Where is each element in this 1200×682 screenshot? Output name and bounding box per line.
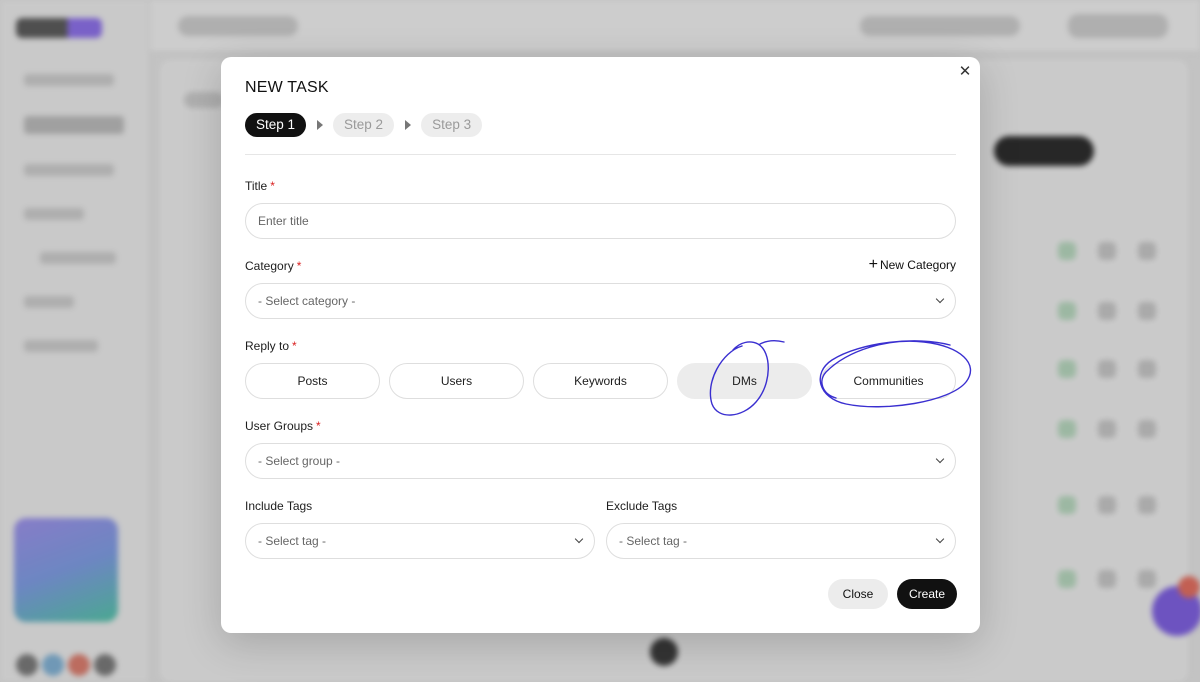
exclude-tags-select[interactable]: - Select tag -	[606, 523, 956, 559]
reply-option-posts[interactable]: Posts	[245, 363, 380, 399]
title-placeholder: Enter title	[258, 214, 309, 228]
include-tags-placeholder: - Select tag -	[258, 534, 327, 548]
step-3[interactable]: Step 3	[421, 113, 483, 137]
new-category-button[interactable]: + New Category	[868, 256, 956, 273]
reply-option-keywords[interactable]: Keywords	[533, 363, 668, 399]
required-mark: *	[316, 419, 321, 433]
include-tags-select[interactable]: - Select tag -	[245, 523, 595, 559]
category-label: Category *	[245, 259, 301, 273]
new-task-modal: ✕ NEW TASK Step 1 Step 2 Step 3 Title * E…	[221, 57, 980, 633]
chevron-down-icon	[935, 294, 945, 304]
chevron-down-icon	[935, 534, 945, 544]
title-label-text: Title	[245, 179, 268, 193]
close-icon[interactable]: ✕	[958, 64, 972, 79]
step-1[interactable]: Step 1	[245, 113, 307, 137]
reply-option-users[interactable]: Users	[389, 363, 524, 399]
reply-option-communities[interactable]: Communities	[821, 363, 956, 399]
required-mark: *	[296, 259, 302, 273]
user-groups-placeholder: - Select group -	[258, 454, 341, 468]
reply-to-options: Posts Users Keywords DMs Communities	[245, 363, 956, 399]
close-button[interactable]: Close	[828, 579, 888, 609]
plus-icon: +	[868, 256, 878, 273]
user-groups-select[interactable]: - Select group -	[245, 443, 956, 479]
divider	[245, 154, 956, 155]
stepper: Step 1 Step 2 Step 3	[245, 113, 483, 137]
title-label: Title *	[245, 179, 275, 193]
category-placeholder: - Select category -	[258, 294, 356, 308]
title-input[interactable]: Enter title	[245, 203, 956, 239]
create-button[interactable]: Create	[897, 579, 957, 609]
include-tags-label: Include Tags	[245, 499, 313, 513]
step-2[interactable]: Step 2	[333, 113, 395, 137]
caret-right-icon	[405, 120, 412, 130]
chevron-down-icon	[935, 454, 945, 464]
modal-title: NEW TASK	[245, 79, 329, 96]
user-groups-label-text: User Groups	[245, 419, 314, 433]
reply-to-label: Reply to *	[245, 339, 297, 353]
required-mark: *	[292, 339, 297, 353]
category-select[interactable]: - Select category -	[245, 283, 956, 319]
chevron-down-icon	[574, 534, 584, 544]
category-label-text: Category	[245, 259, 294, 273]
required-mark: *	[270, 179, 275, 193]
reply-to-label-text: Reply to	[245, 339, 290, 353]
exclude-tags-label: Exclude Tags	[606, 499, 678, 513]
exclude-tags-placeholder: - Select tag -	[619, 534, 688, 548]
new-category-label: New Category	[879, 258, 956, 272]
caret-right-icon	[317, 120, 324, 130]
user-groups-label: User Groups *	[245, 419, 321, 433]
reply-option-dms[interactable]: DMs	[677, 363, 812, 399]
